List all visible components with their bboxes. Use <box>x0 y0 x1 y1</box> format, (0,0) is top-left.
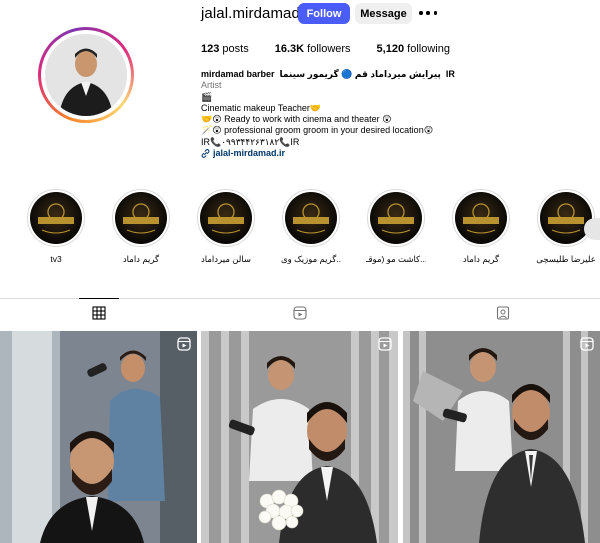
highlight-label: گریم موزیک وی... <box>281 254 341 264</box>
profile-avatar-ring[interactable] <box>38 27 134 123</box>
reel-badge-icon <box>177 337 191 351</box>
bio-link-text: jalal-mirdamad.ir <box>213 148 286 159</box>
tab-reels[interactable] <box>280 299 320 327</box>
highlight-ring <box>27 189 85 247</box>
posts-grid <box>0 331 600 543</box>
highlight-ring <box>367 189 425 247</box>
bio-line-3: 🪄😲 professional groom groom in your desi… <box>201 125 434 136</box>
highlight-label: گریم داماد <box>122 254 160 264</box>
posts-count: 123 <box>201 43 220 55</box>
highlight-cover <box>115 192 167 244</box>
post-thumbnail[interactable] <box>0 331 197 543</box>
following-count: 5,120 <box>376 43 405 55</box>
highlight-item[interactable]: سالن میرداماد <box>196 189 256 265</box>
highlight-cover <box>285 192 337 244</box>
highlight-item[interactable]: گریم داماد <box>111 189 171 265</box>
post-thumbnail[interactable] <box>403 331 600 543</box>
reel-badge-icon <box>580 337 594 351</box>
following-stat[interactable]: 5,120 following <box>377 43 450 55</box>
more-options-icon[interactable] <box>419 5 437 21</box>
highlight-cover <box>200 192 252 244</box>
highlight-item[interactable]: گریم موزیک وی... <box>281 189 341 265</box>
highlight-ring <box>112 189 170 247</box>
story-highlights: tv3 گریم داماد سالن میرداماد گریم موزیک … <box>0 189 600 269</box>
profile-tabs <box>0 298 600 328</box>
post-image <box>0 331 197 543</box>
highlight-label: tv3 <box>50 254 62 264</box>
message-button[interactable]: Message <box>355 3 412 24</box>
highlight-item[interactable]: tv3 <box>26 189 86 264</box>
followers-stat[interactable]: 16.3K followers <box>275 43 351 55</box>
highlight-label: سالن میرداماد <box>200 254 252 264</box>
profile-stats: 123 posts 16.3K followers 5,120 followin… <box>201 43 476 55</box>
highlight-item[interactable]: کاشت مو (موقـ... <box>366 189 426 265</box>
posts-stat: 123 posts <box>201 43 249 55</box>
highlight-label: گریم داماد <box>462 254 500 264</box>
highlight-item[interactable]: گریم داماد <box>451 189 511 265</box>
highlight-cover <box>30 192 82 244</box>
highlight-label: علیرضا طلیسچی <box>536 254 596 264</box>
bio-line-2: 🤝😲 Ready to work with cinema and theater… <box>201 114 392 125</box>
avatar <box>45 34 127 116</box>
bio-emoji-line: 🎬 <box>201 91 213 102</box>
display-name-badge: IR <box>445 69 455 79</box>
profile-bio: mirdamad barber پیرایش میرداماد قم 🔵 گری… <box>201 69 521 159</box>
highlight-ring <box>537 189 595 247</box>
tab-tagged[interactable] <box>483 299 523 327</box>
following-label: following <box>407 43 450 55</box>
display-name-latin: mirdamad barber <box>201 69 275 79</box>
tab-posts[interactable] <box>79 298 119 326</box>
highlight-label: کاشت مو (موقـ... <box>366 254 426 264</box>
profile-username: jalal.mirdamad <box>201 5 300 22</box>
highlight-cover <box>540 192 592 244</box>
display-name-persian: پیرایش میرداماد قم 🔵 گریمور سینما <box>279 69 441 79</box>
highlight-ring <box>282 189 340 247</box>
grid-icon <box>92 305 106 320</box>
post-thumbnail[interactable] <box>201 331 398 543</box>
bio-line-1: Cinematic makeup Teacher🤝 <box>201 102 322 113</box>
avatar-photo <box>45 34 127 116</box>
reel-badge-icon <box>378 337 392 351</box>
posts-label: posts <box>222 43 249 55</box>
post-image <box>201 331 398 543</box>
profile-category: Artist <box>201 80 222 91</box>
highlight-cover <box>370 192 422 244</box>
followers-count: 16.3K <box>274 43 305 55</box>
profile-display-name: mirdamad barber پیرایش میرداماد قم 🔵 گری… <box>201 69 521 80</box>
bio-line-4: IR📞۰۹۹۳۴۴۲۶۳۱۸۲📞IR <box>201 136 300 147</box>
link-icon <box>201 149 210 159</box>
follow-button[interactable]: Follow <box>298 3 350 24</box>
highlights-next-button[interactable] <box>584 218 600 240</box>
bio-link[interactable]: jalal-mirdamad.ir <box>201 148 521 159</box>
tagged-icon <box>496 306 510 320</box>
reels-icon <box>293 306 307 320</box>
followers-label: followers <box>307 43 351 55</box>
avatar-border <box>41 30 131 120</box>
post-image <box>403 331 600 543</box>
highlight-ring <box>452 189 510 247</box>
highlight-ring <box>197 189 255 247</box>
highlight-cover <box>455 192 507 244</box>
